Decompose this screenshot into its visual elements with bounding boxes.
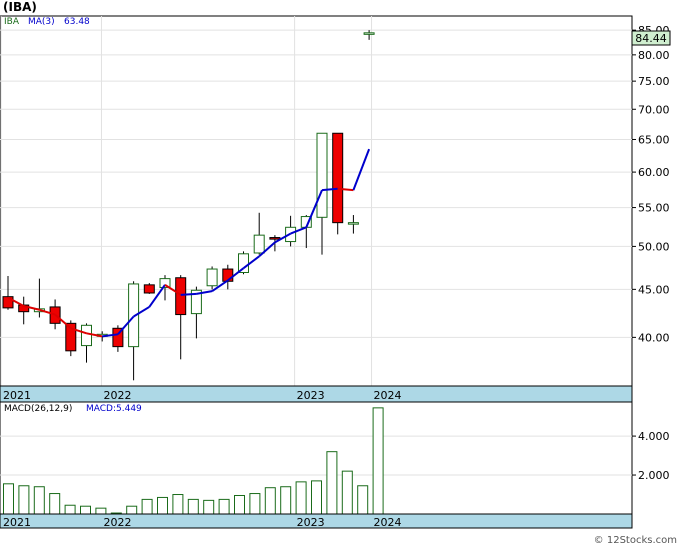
moving-average-segment — [321, 187, 338, 192]
chart-title: (IBA) — [3, 0, 37, 14]
last-price-tag-text: 84.44 — [635, 32, 667, 45]
macd-legend-params: MACD(26,12,9) — [4, 404, 72, 414]
macd-date-label: 2024 — [374, 516, 402, 529]
price-panel-frame — [0, 15, 633, 387]
macd-bar — [141, 498, 153, 515]
macd-bar — [249, 493, 261, 515]
macd-legend-value: MACD:5.449 — [86, 404, 142, 414]
candle-body-up — [253, 234, 265, 254]
macd-bar — [280, 486, 292, 515]
macd-bar — [326, 451, 338, 515]
macd-bar — [218, 498, 230, 515]
moving-average-segment — [180, 292, 197, 296]
macd-bar — [3, 483, 14, 515]
candle-body-down — [332, 132, 344, 224]
legend-ma-value: 63.48 — [64, 17, 90, 27]
macd-date-label: 2021 — [3, 516, 31, 529]
candle-body-down — [269, 237, 281, 240]
macd-date-label: 2022 — [103, 516, 131, 529]
macd-date-label: 2023 — [297, 516, 325, 529]
macd-bar — [64, 504, 76, 515]
macd-bar — [18, 485, 30, 515]
legend-ma-label: MA(3) — [28, 17, 55, 27]
price-tick-label: 55.00 — [638, 202, 670, 215]
price-date-band: 2021 2022 2023 2024 — [0, 385, 633, 403]
price-tick-label: 40.00 — [638, 331, 670, 344]
price-tick-label: 60.00 — [638, 166, 670, 179]
macd-bar — [49, 493, 61, 515]
price-tick-label: 80.00 — [638, 49, 670, 62]
macd-bar — [126, 505, 138, 515]
candle-body-down — [143, 284, 155, 294]
macd-date-band: 2021 2022 2023 2024 — [0, 513, 633, 529]
macd-bar — [264, 487, 276, 515]
macd-bar — [234, 494, 245, 515]
candle-body-up — [206, 268, 218, 287]
macd-bar — [187, 498, 199, 515]
price-tick-label: 75.00 — [638, 75, 670, 88]
macd-bar — [372, 407, 384, 515]
macd-bar — [95, 507, 107, 515]
macd-bar — [80, 505, 91, 515]
macd-bar — [311, 480, 322, 515]
price-tick-label: 65.00 — [638, 133, 670, 146]
macd-tick-label: 2.000 — [638, 469, 670, 482]
macd-bar — [33, 486, 45, 515]
candle-body-down — [175, 277, 187, 316]
macd-bar — [341, 470, 353, 515]
legend-symbol: IBA — [4, 17, 20, 27]
macd-bar — [203, 499, 215, 515]
price-date-label: 2021 — [3, 389, 31, 402]
price-tick-label: 45.00 — [638, 283, 670, 296]
macd-tick-label: 4.000 — [638, 430, 670, 443]
last-price-tag: 84.44 — [631, 30, 671, 46]
macd-bar — [172, 494, 184, 515]
macd-bar — [295, 481, 307, 515]
price-panel: 40.00 45.00 50.00 55.00 60.00 65.00 70.00 75.00… — [0, 15, 671, 387]
macd-bar — [157, 496, 168, 515]
candle-body-up — [316, 132, 328, 218]
price-legend: IBA MA(3) 63.48 — [4, 17, 90, 27]
watermark: © 12Stocks.com — [594, 535, 677, 546]
moving-average-segment — [337, 187, 354, 192]
stock-chart: (IBA) 40.00 45.00 50.00 55.00 60.00 65.00 70.0… — [0, 0, 680, 546]
price-date-label: 2024 — [374, 389, 402, 402]
macd-panel: 2.000 4.000 MACD(26,12,9) MACD:5.449 — [0, 401, 670, 515]
price-tick-label: 70.00 — [638, 103, 670, 116]
macd-bar — [357, 485, 369, 515]
price-tick-label: 50.00 — [638, 240, 670, 253]
candle-body-up — [347, 222, 359, 225]
candle-body-up — [363, 32, 375, 35]
candle-body-up — [81, 324, 92, 347]
price-date-label: 2022 — [103, 389, 131, 402]
price-date-label: 2023 — [297, 389, 325, 402]
